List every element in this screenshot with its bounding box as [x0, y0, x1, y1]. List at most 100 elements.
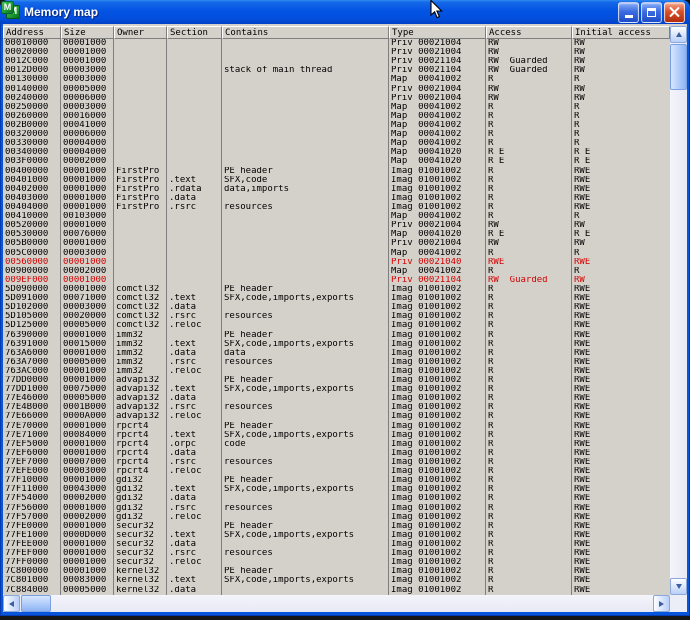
table-row[interactable]: 5D10200000003000comctl32.dataImag 010010… [3, 303, 670, 312]
table-row[interactable]: 5D09100000071000comctl32.textSFX,code,im… [3, 294, 670, 303]
cell-type: Map 00041020 [389, 157, 486, 166]
table-row[interactable]: 0040400000001000FirstPro.rsrcresourcesIm… [3, 203, 670, 212]
table-row[interactable]: 7639100000015000imm32.textSFX,code,impor… [3, 340, 670, 349]
table-row[interactable]: 77FE000000001000secur32PE headerImag 010… [3, 522, 670, 531]
table-row[interactable]: 0032000000006000Map 00041002RR [3, 130, 670, 139]
column-header-contains[interactable]: Contains [222, 26, 389, 39]
cell-access: R [486, 476, 572, 485]
table-row[interactable]: 77E7000000001000rpcrt4PE headerImag 0100… [3, 422, 670, 431]
table-row[interactable]: 5D12500000005000comctl32.relocImag 01001… [3, 321, 670, 330]
table-row[interactable]: 7C88400000005000kernel32.dataImag 010010… [3, 586, 670, 595]
table-row[interactable]: 763AC00000001000imm32.relocImag 01001002… [3, 367, 670, 376]
cell-access: R [486, 75, 572, 84]
table-row[interactable]: 0024000000006000Priv 00021004RWRW [3, 94, 670, 103]
cell-contains: PE header [222, 331, 389, 340]
table-row[interactable]: 0002000000001000Priv 00021004RWRW [3, 48, 670, 57]
table-row[interactable]: 0040200000001000FirstPro.rdatadata,impor… [3, 185, 670, 194]
table-row[interactable]: 7C80000000001000kernel32PE headerImag 01… [3, 567, 670, 576]
cell-owner [114, 239, 167, 248]
cell-access: R [486, 540, 572, 549]
table-row[interactable]: 003F000000002000Map 00041020R ER E [3, 157, 670, 166]
column-header-section[interactable]: Section [167, 26, 222, 39]
vertical-scrollbar[interactable] [670, 26, 687, 595]
column-header-initial-access[interactable]: Initial access [572, 26, 670, 39]
table-row[interactable]: 77E4B0000001B000advapi32.rsrcresourcesIm… [3, 403, 670, 412]
cell-initial: R [572, 267, 670, 276]
table-row[interactable]: 0025000000003000Map 00041002RR [3, 103, 670, 112]
table-row[interactable]: 009EF00000001000Priv 00021104RW GuardedR… [3, 276, 670, 285]
table-row[interactable]: 77EF700000007000rpcrt4.rsrcresourcesImag… [3, 458, 670, 467]
table-row[interactable]: 77FEE00000001000secur32.dataImag 0100100… [3, 540, 670, 549]
table-row[interactable]: 0040000000001000FirstProPE headerImag 01… [3, 167, 670, 176]
table-row[interactable]: 77F5700000002000gdi32.relocImag 01001002… [3, 513, 670, 522]
table-row[interactable]: 77F1100000043000gdi32.textSFX,code,impor… [3, 485, 670, 494]
titlebar[interactable]: M Memory map [0, 0, 690, 24]
table-row[interactable]: 77EFE00000003000rpcrt4.relocImag 0100100… [3, 467, 670, 476]
cell-size: 00001000 [61, 476, 114, 485]
table-row[interactable]: 5D09000000001000comctl32PE headerImag 01… [3, 285, 670, 294]
table-row[interactable]: 77FEF00000001000secur32.rsrcresourcesIma… [3, 549, 670, 558]
scroll-down-button[interactable] [670, 578, 687, 595]
arrow-left-icon [9, 601, 14, 607]
table-row[interactable]: 77FE10000000D000secur32.textSFX,code,imp… [3, 531, 670, 540]
table-row[interactable]: 0001000000001000Priv 00021004RWRW [3, 39, 670, 48]
table-row[interactable]: 763A700000005000imm32.rsrcresourcesImag … [3, 358, 670, 367]
table-row[interactable]: 77EF500000001000rpcrt4.orpccodeImag 0100… [3, 440, 670, 449]
table-row[interactable]: 0014000000005000Priv 00021004RWRW [3, 85, 670, 94]
table-row[interactable]: 0040300000001000FirstPro.dataImag 010010… [3, 194, 670, 203]
minimize-button[interactable] [618, 2, 639, 23]
table-row[interactable]: 0052000000001000Priv 00021004RWRW [3, 221, 670, 230]
table-row[interactable]: 77F5600000001000gdi32.rsrcresourcesImag … [3, 504, 670, 513]
scroll-up-button[interactable] [670, 26, 687, 43]
table-row[interactable]: 77DD000000001000advapi32PE headerImag 01… [3, 376, 670, 385]
table-row[interactable]: 7C80100000083000kernel32.textSFX,code,im… [3, 576, 670, 585]
table-row[interactable]: 77E7100000084000rpcrt4.textSFX,code,impo… [3, 431, 670, 440]
table-row[interactable]: 0012C00000001000Priv 00021104RW GuardedR… [3, 57, 670, 66]
table-row[interactable]: 77EF600000001000rpcrt4.dataImag 01001002… [3, 449, 670, 458]
cell-contains: resources [222, 403, 389, 412]
table-row[interactable]: 0012D00000003000stack of main threadPriv… [3, 66, 670, 75]
cell-size: 00003000 [61, 249, 114, 258]
table-row[interactable]: 77FF000000001000secur32.relocImag 010010… [3, 558, 670, 567]
column-header-owner[interactable]: Owner [114, 26, 167, 39]
column-header-type[interactable]: Type [389, 26, 486, 39]
table-row[interactable]: 77E4600000005000advapi32.dataImag 010010… [3, 394, 670, 403]
cell-contains [222, 494, 389, 503]
column-header-size[interactable]: Size [61, 26, 114, 39]
column-header-address[interactable]: Address [3, 26, 61, 39]
cell-contains [222, 239, 389, 248]
horizontal-scrollbar[interactable] [3, 595, 670, 612]
table-row[interactable]: 0040100000001000FirstPro.textSFX,codeIma… [3, 176, 670, 185]
table-row[interactable]: 005B000000001000Priv 00021004RWRW [3, 239, 670, 248]
table-row[interactable]: 77F5400000002000gdi32.dataImag 01001002R… [3, 494, 670, 503]
table-row[interactable]: 763A600000001000imm32.datadataImag 01001… [3, 349, 670, 358]
horizontal-scrollbar-thumb[interactable] [21, 595, 51, 612]
table-row[interactable]: 5D10500000020000comctl32.rsrcresourcesIm… [3, 312, 670, 321]
cell-access: RW [486, 94, 572, 103]
table-row[interactable]: 0056000000001000Priv 00021040RWERWE [3, 258, 670, 267]
arrow-down-icon [676, 584, 682, 589]
cell-type: Imag 01001002 [389, 449, 486, 458]
cell-owner: comctl32 [114, 303, 167, 312]
cell-address: 00250000 [3, 103, 61, 112]
maximize-button[interactable] [641, 2, 662, 23]
table-row[interactable]: 0090000000002000Map 00041002RR [3, 267, 670, 276]
table-row[interactable]: 77E660000000A000advapi32.relocImag 01001… [3, 412, 670, 421]
column-header-access[interactable]: Access [486, 26, 572, 39]
vertical-scrollbar-thumb[interactable] [670, 44, 687, 90]
table-row[interactable]: 0034000000004000Map 00041020R ER E [3, 148, 670, 157]
table-row[interactable]: 0013000000003000Map 00041002RR [3, 75, 670, 84]
table-row[interactable]: 77DD100000075000advapi32.textSFX,code,im… [3, 385, 670, 394]
table-row[interactable]: 77F1000000001000gdi32PE headerImag 01001… [3, 476, 670, 485]
table-row[interactable]: 002B000000041000Map 00041002RR [3, 121, 670, 130]
cell-access: R [486, 194, 572, 203]
scroll-left-button[interactable] [3, 595, 20, 612]
table-row[interactable]: 0026000000016000Map 00041002RR [3, 112, 670, 121]
table-row[interactable]: 7639000000001000imm32PE headerImag 01001… [3, 331, 670, 340]
close-button[interactable] [664, 2, 685, 23]
table-row[interactable]: 0041000000103000Map 00041002RR [3, 212, 670, 221]
table-row[interactable]: 0053000000076000Map 00041020R ER E [3, 230, 670, 239]
scroll-right-button[interactable] [653, 595, 670, 612]
table-row[interactable]: 005C000000003000Map 00041002RR [3, 249, 670, 258]
table-row[interactable]: 0033000000004000Map 00041002RR [3, 139, 670, 148]
